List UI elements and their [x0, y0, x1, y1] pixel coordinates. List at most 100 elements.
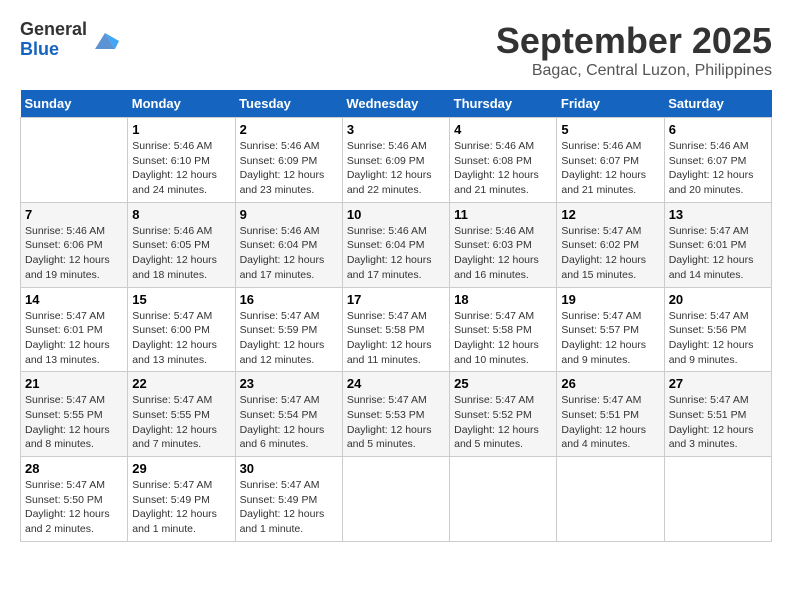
cell-info: Sunrise: 5:47 AMSunset: 5:57 PMDaylight:…: [561, 309, 659, 368]
day-number: 23: [240, 376, 338, 391]
weekday-header-row: SundayMondayTuesdayWednesdayThursdayFrid…: [21, 90, 772, 118]
calendar-cell: 18 Sunrise: 5:47 AMSunset: 5:58 PMDayligh…: [450, 287, 557, 372]
cell-info: Sunrise: 5:46 AMSunset: 6:07 PMDaylight:…: [561, 139, 659, 198]
day-number: 5: [561, 122, 659, 137]
week-row-3: 14 Sunrise: 5:47 AMSunset: 6:01 PMDayligh…: [21, 287, 772, 372]
calendar-cell: [557, 457, 664, 542]
calendar-cell: 17Sunrise: 5:47 AMSunset: 5:58 PMDayligh…: [342, 287, 449, 372]
day-number: 3: [347, 122, 445, 137]
day-number: 2: [240, 122, 338, 137]
cell-info: Sunrise: 5:47 AMSunset: 5:49 PMDaylight:…: [240, 478, 338, 537]
day-number: 27: [669, 376, 767, 391]
cell-info: Sunrise: 5:47 AMSunset: 5:56 PMDaylight:…: [669, 309, 767, 368]
page-header: General Blue September 2025 Bagac, Centr…: [20, 20, 772, 80]
cell-info: Sunrise: 5:46 AMSunset: 6:04 PMDaylight:…: [240, 224, 338, 283]
weekday-header-tuesday: Tuesday: [235, 90, 342, 118]
day-number: 11: [454, 207, 552, 222]
calendar-cell: 26Sunrise: 5:47 AMSunset: 5:51 PMDayligh…: [557, 372, 664, 457]
day-number: 10: [347, 207, 445, 222]
day-number: 18: [454, 292, 552, 307]
calendar-cell: [664, 457, 771, 542]
logo-icon: [91, 29, 119, 51]
cell-info: Sunrise: 5:47 AMSunset: 5:49 PMDaylight:…: [132, 478, 230, 537]
cell-info: Sunrise: 5:47 AMSunset: 5:53 PMDaylight:…: [347, 393, 445, 452]
weekday-header-monday: Monday: [128, 90, 235, 118]
cell-info: Sunrise: 5:46 AMSunset: 6:10 PMDaylight:…: [132, 139, 230, 198]
day-number: 20: [669, 292, 767, 307]
calendar-cell: 21 Sunrise: 5:47 AMSunset: 5:55 PMDayligh…: [21, 372, 128, 457]
calendar-cell: 10 Sunrise: 5:46 AMSunset: 6:04 PMDayligh…: [342, 202, 449, 287]
day-number: 30: [240, 461, 338, 476]
calendar-cell: 19 Sunrise: 5:47 AMSunset: 5:57 PMDayligh…: [557, 287, 664, 372]
weekday-header-friday: Friday: [557, 90, 664, 118]
cell-info: Sunrise: 5:47 AMSunset: 5:58 PMDaylight:…: [347, 309, 445, 368]
calendar-cell: 23 Sunrise: 5:47 AMSunset: 5:54 PMDayligh…: [235, 372, 342, 457]
day-number: 8: [132, 207, 230, 222]
calendar-cell: 25 Sunrise: 5:47 AMSunset: 5:52 PMDayligh…: [450, 372, 557, 457]
day-number: 24: [347, 376, 445, 391]
calendar-cell: 6 Sunrise: 5:46 AMSunset: 6:07 PMDaylight…: [664, 118, 771, 203]
day-number: 28: [25, 461, 123, 476]
day-number: 6: [669, 122, 767, 137]
cell-info: Sunrise: 5:46 AMSunset: 6:04 PMDaylight:…: [347, 224, 445, 283]
calendar-cell: 8 Sunrise: 5:46 AMSunset: 6:05 PMDaylight…: [128, 202, 235, 287]
weekday-header-saturday: Saturday: [664, 90, 771, 118]
cell-info: Sunrise: 5:46 AMSunset: 6:05 PMDaylight:…: [132, 224, 230, 283]
cell-info: Sunrise: 5:47 AMSunset: 5:55 PMDaylight:…: [25, 393, 123, 452]
day-number: 14: [25, 292, 123, 307]
day-number: 13: [669, 207, 767, 222]
cell-info: Sunrise: 5:47 AMSunset: 5:50 PMDaylight:…: [25, 478, 123, 537]
calendar-cell: 20 Sunrise: 5:47 AMSunset: 5:56 PMDayligh…: [664, 287, 771, 372]
cell-info: Sunrise: 5:47 AMSunset: 6:01 PMDaylight:…: [25, 309, 123, 368]
calendar-cell: 7Sunrise: 5:46 AMSunset: 6:06 PMDaylight…: [21, 202, 128, 287]
calendar-cell: 13 Sunrise: 5:47 AMSunset: 6:01 PMDayligh…: [664, 202, 771, 287]
day-number: 1: [132, 122, 230, 137]
cell-info: Sunrise: 5:46 AMSunset: 6:09 PMDaylight:…: [240, 139, 338, 198]
day-number: 9: [240, 207, 338, 222]
day-number: 15: [132, 292, 230, 307]
calendar-cell: 3 Sunrise: 5:46 AMSunset: 6:09 PMDaylight…: [342, 118, 449, 203]
calendar-cell: 12 Sunrise: 5:47 AMSunset: 6:02 PMDayligh…: [557, 202, 664, 287]
title-area: September 2025 Bagac, Central Luzon, Phi…: [496, 20, 772, 80]
cell-info: Sunrise: 5:47 AMSunset: 6:00 PMDaylight:…: [132, 309, 230, 368]
logo: General Blue: [20, 20, 119, 60]
calendar-cell: 29Sunrise: 5:47 AMSunset: 5:49 PMDayligh…: [128, 457, 235, 542]
cell-info: Sunrise: 5:47 AMSunset: 5:54 PMDaylight:…: [240, 393, 338, 452]
location-title: Bagac, Central Luzon, Philippines: [496, 62, 772, 80]
cell-info: Sunrise: 5:47 AMSunset: 5:59 PMDaylight:…: [240, 309, 338, 368]
cell-info: Sunrise: 5:47 AMSunset: 5:55 PMDaylight:…: [132, 393, 230, 452]
logo-blue: Blue: [20, 40, 87, 60]
logo-general: General: [20, 20, 87, 40]
calendar-cell: 28 Sunrise: 5:47 AMSunset: 5:50 PMDayligh…: [21, 457, 128, 542]
cell-info: Sunrise: 5:47 AMSunset: 5:58 PMDaylight:…: [454, 309, 552, 368]
calendar-cell: 27 Sunrise: 5:47 AMSunset: 5:51 PMDayligh…: [664, 372, 771, 457]
calendar-cell: 5 Sunrise: 5:46 AMSunset: 6:07 PMDaylight…: [557, 118, 664, 203]
cell-info: Sunrise: 5:47 AMSunset: 5:51 PMDaylight:…: [669, 393, 767, 452]
calendar-cell: 16 Sunrise: 5:47 AMSunset: 5:59 PMDayligh…: [235, 287, 342, 372]
calendar-cell: [21, 118, 128, 203]
week-row-2: 7Sunrise: 5:46 AMSunset: 6:06 PMDaylight…: [21, 202, 772, 287]
calendar-cell: 15 Sunrise: 5:47 AMSunset: 6:00 PMDayligh…: [128, 287, 235, 372]
day-number: 22: [132, 376, 230, 391]
calendar-cell: 14 Sunrise: 5:47 AMSunset: 6:01 PMDayligh…: [21, 287, 128, 372]
cell-info: Sunrise: 5:47 AMSunset: 6:01 PMDaylight:…: [669, 224, 767, 283]
weekday-header-sunday: Sunday: [21, 90, 128, 118]
calendar-cell: 22 Sunrise: 5:47 AMSunset: 5:55 PMDayligh…: [128, 372, 235, 457]
calendar-table: SundayMondayTuesdayWednesdayThursdayFrid…: [20, 90, 772, 542]
cell-info: Sunrise: 5:46 AMSunset: 6:03 PMDaylight:…: [454, 224, 552, 283]
day-number: 21: [25, 376, 123, 391]
cell-info: Sunrise: 5:47 AMSunset: 5:52 PMDaylight:…: [454, 393, 552, 452]
cell-info: Sunrise: 5:46 AMSunset: 6:08 PMDaylight:…: [454, 139, 552, 198]
calendar-cell: 2 Sunrise: 5:46 AMSunset: 6:09 PMDaylight…: [235, 118, 342, 203]
calendar-cell: 1 Sunrise: 5:46 AMSunset: 6:10 PMDaylight…: [128, 118, 235, 203]
day-number: 7: [25, 207, 123, 222]
day-number: 12: [561, 207, 659, 222]
cell-info: Sunrise: 5:46 AMSunset: 6:09 PMDaylight:…: [347, 139, 445, 198]
day-number: 26: [561, 376, 659, 391]
week-row-5: 28 Sunrise: 5:47 AMSunset: 5:50 PMDayligh…: [21, 457, 772, 542]
day-number: 25: [454, 376, 552, 391]
day-number: 19: [561, 292, 659, 307]
cell-info: Sunrise: 5:47 AMSunset: 6:02 PMDaylight:…: [561, 224, 659, 283]
cell-info: Sunrise: 5:46 AMSunset: 6:07 PMDaylight:…: [669, 139, 767, 198]
day-number: 16: [240, 292, 338, 307]
